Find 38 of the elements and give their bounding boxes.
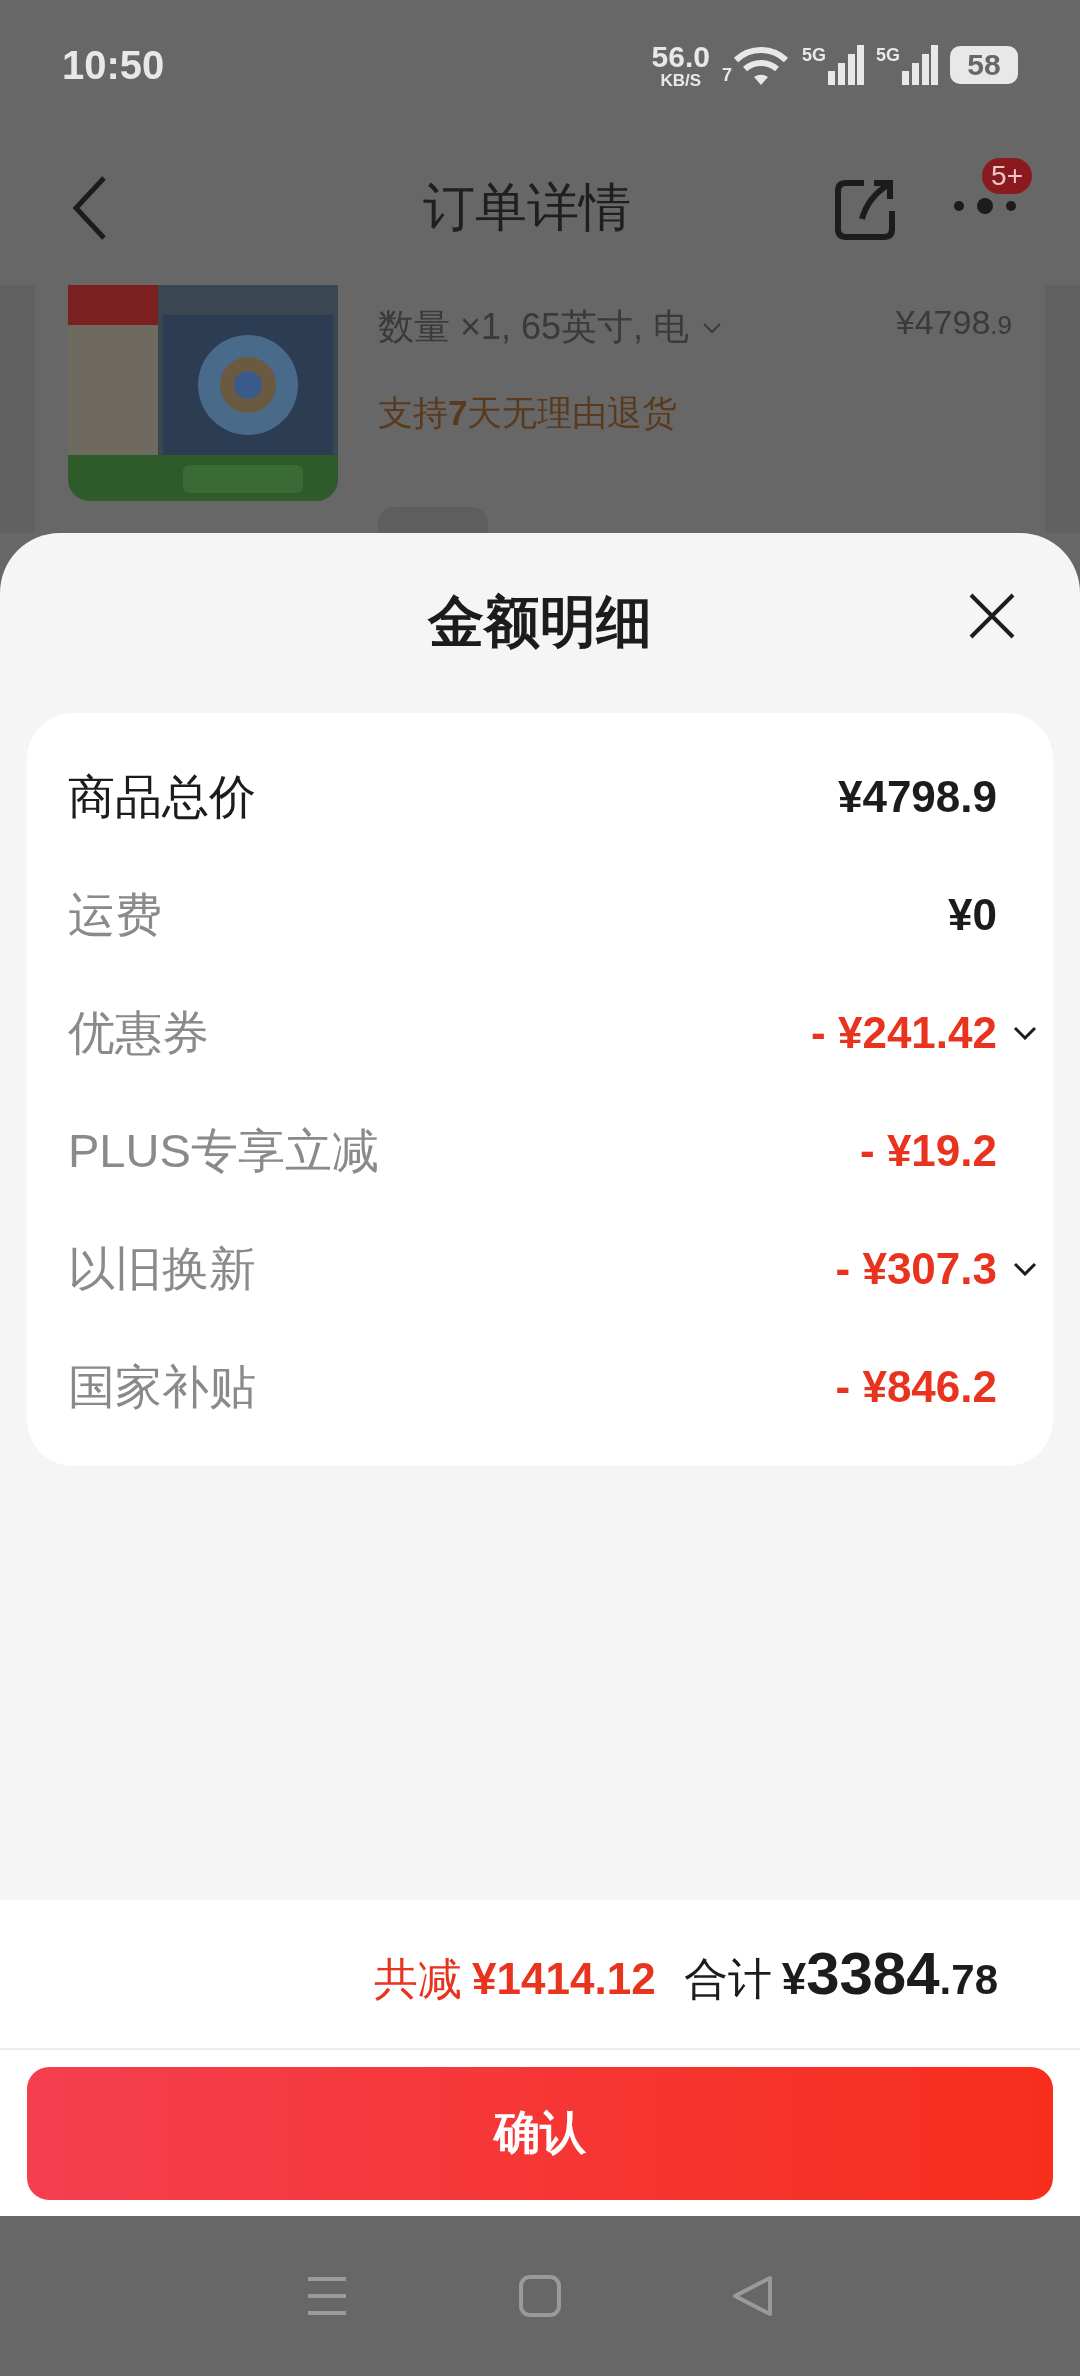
- notification-badge: 5+: [982, 157, 1032, 194]
- chevron-down-icon: [703, 322, 722, 333]
- sheet-title: 金额明细: [428, 589, 652, 655]
- page-title: 订单详情: [422, 176, 632, 238]
- menu-icon[interactable]: [305, 2276, 348, 2316]
- row-value: - ¥241.42: [811, 1008, 997, 1058]
- wifi-standard-label: 7: [721, 65, 732, 86]
- confirm-button[interactable]: 确认: [27, 2066, 1053, 2200]
- network-type: 5G: [801, 45, 826, 66]
- row-label: 优惠券: [68, 1004, 209, 1061]
- close-icon[interactable]: [969, 593, 1015, 639]
- network-speed: 56.0 KB/S: [651, 41, 710, 89]
- row-label: 国家补贴: [68, 1358, 256, 1415]
- signal-icon: [828, 45, 864, 85]
- battery-indicator: 58: [950, 46, 1018, 84]
- return-policy: 支持7天无理由退货: [378, 392, 679, 434]
- clock-time: 10:50: [62, 42, 165, 88]
- reduction-amount: ¥1414.12: [472, 1954, 656, 2004]
- wifi-icon: [731, 44, 790, 86]
- row-value: - ¥307.3: [835, 1244, 997, 1294]
- chevron-down-icon[interactable]: [1013, 1262, 1037, 1276]
- back-icon[interactable]: [732, 2275, 775, 2317]
- row-value: ¥4798.9: [837, 772, 997, 822]
- row-label: 运费: [68, 886, 162, 943]
- reduction-label: 共减: [374, 1953, 463, 2005]
- row-label: 商品总价: [68, 768, 256, 825]
- chevron-down-icon[interactable]: [1013, 1026, 1037, 1040]
- row-value: ¥0: [948, 890, 997, 940]
- row-value: - ¥19.2: [860, 1126, 997, 1176]
- row-label: 以旧换新: [68, 1240, 256, 1297]
- total-label: 合计: [683, 1953, 772, 2005]
- home-icon[interactable]: [519, 2275, 561, 2317]
- row-label: PLUS专享立减: [68, 1122, 379, 1179]
- network-type: 5G: [876, 45, 900, 66]
- signal-icon: [902, 45, 938, 85]
- total-amount: ¥3384.78: [781, 1939, 998, 2008]
- more-icon[interactable]: [952, 195, 1018, 216]
- row-value: - ¥846.2: [835, 1362, 997, 1412]
